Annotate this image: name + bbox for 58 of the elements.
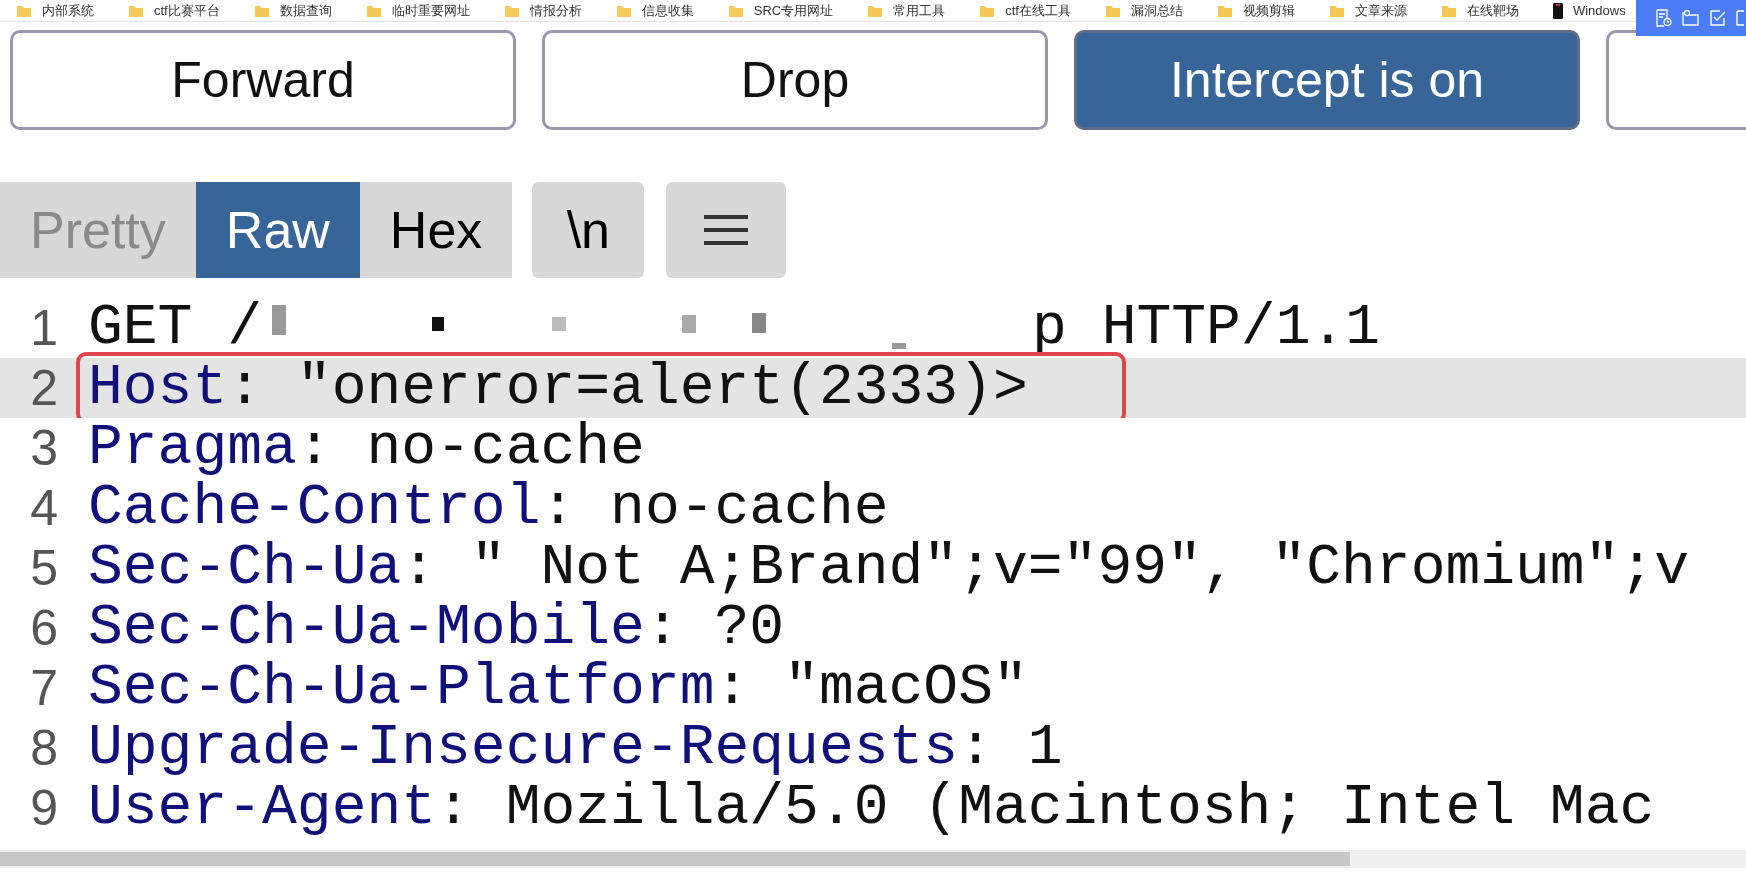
line-number: 1 [29, 299, 59, 358]
newline-toggle[interactable]: \n [532, 182, 645, 278]
header-line: User-Agent: Mozilla/5.0 (Macintosh; Intel Mac [87, 778, 1655, 838]
bookmark-link[interactable]: ctf在线工具 [979, 3, 1071, 18]
bookmark-link[interactable]: Windows [1552, 2, 1626, 19]
folder-icon [979, 3, 996, 18]
header-line: Sec-Ch-Ua-Mobile: ?0 [87, 598, 785, 658]
view-tab[interactable]: Raw [195, 182, 360, 278]
checkbox-icon[interactable] [1710, 10, 1726, 26]
bookmark-link[interactable]: 内部系统 [16, 3, 94, 18]
bookmark-link[interactable]: 信息收集 [615, 3, 694, 18]
bookmark-link[interactable]: 数据查询 [253, 3, 332, 18]
document-clock-icon[interactable] [1656, 9, 1672, 27]
folder-icon [727, 3, 744, 18]
request-method-path: GET / [88, 298, 263, 358]
header-line: Sec-Ch-Ua: " Not A;Brand";v="99", "Chromium";v [87, 538, 1690, 598]
bookmark-link[interactable]: 情报分析 [503, 3, 582, 18]
folder-icon [128, 3, 144, 18]
request-protocol: p HTTP/1.1 [1032, 298, 1381, 358]
bookmark-link[interactable]: ctf比赛平台 [128, 3, 220, 18]
header-line: Host: "onerror=alert(2333)> [87, 358, 1028, 418]
line-number: 4 [29, 479, 59, 538]
line-number: 7 [29, 659, 59, 718]
folder-icon [16, 3, 32, 18]
phone-icon [1552, 2, 1563, 19]
action-button[interactable]: Forward [10, 30, 516, 130]
bookmark-link[interactable]: 临时重要网址 [365, 3, 470, 18]
folder-icon[interactable] [1682, 10, 1700, 26]
folder-icon [1328, 3, 1345, 18]
bookmark-link[interactable]: SRC专用网址 [727, 3, 834, 18]
line-number: 2 [29, 359, 59, 418]
scrollbar-thumb[interactable] [0, 852, 1350, 866]
header-line: Sec-Ch-Ua-Platform: "macOS" [87, 658, 1028, 718]
line-number: 6 [29, 599, 59, 658]
folder-icon [503, 3, 520, 18]
bookmark-link[interactable]: 常用工具 [867, 3, 946, 18]
line-number: 3 [29, 419, 59, 478]
folder-icon [1104, 3, 1121, 18]
bookmark-link[interactable]: 视频剪辑 [1216, 3, 1295, 18]
bookmark-link[interactable]: 在线靶场 [1440, 3, 1519, 18]
header-line: Cache-Control: no-cache [87, 478, 889, 538]
bookmark-link[interactable]: 漏洞总结 [1104, 3, 1183, 18]
menu-button[interactable] [666, 182, 787, 278]
header-line: Upgrade-Insecure-Requests: 1 [87, 718, 1063, 778]
header-line: Pragma: no-cache [87, 418, 645, 478]
folder-icon [365, 3, 382, 18]
line-number: 8 [29, 719, 59, 778]
folder-icon [867, 3, 884, 18]
action-button[interactable]: Drop [542, 30, 1048, 130]
action-button[interactable]: Intercept is on [1074, 30, 1580, 130]
line-number: 5 [29, 539, 59, 598]
folder-icon [615, 3, 632, 18]
folder-icon [1216, 3, 1233, 18]
folder-icon [1440, 3, 1457, 18]
bookmark-link[interactable]: 文章来源 [1328, 3, 1407, 18]
menu-icon [704, 213, 749, 247]
folder-icon [253, 3, 270, 18]
line-number: 9 [29, 779, 59, 838]
